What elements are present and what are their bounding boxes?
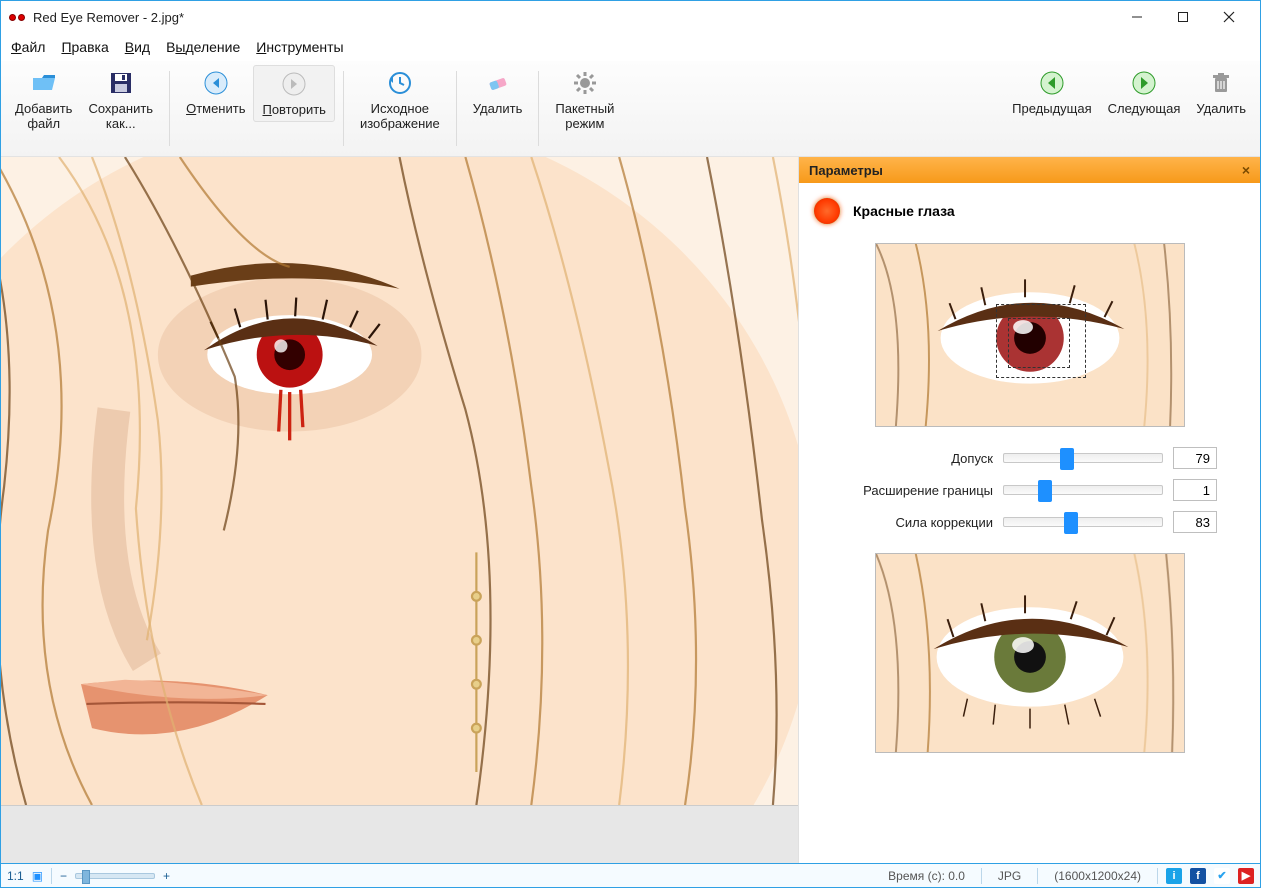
zoom-in-icon[interactable]: + xyxy=(163,869,170,883)
dims-label: (1600x1200x24) xyxy=(1046,869,1149,883)
tolerance-label: Допуск xyxy=(813,451,993,466)
toolbar: Добавить файл Сохранить как... Отменить … xyxy=(1,61,1260,157)
prev-label: Предыдущая xyxy=(1012,101,1092,116)
history-icon xyxy=(386,69,414,97)
folder-open-icon xyxy=(30,69,58,97)
save-as-label: Сохранить как... xyxy=(88,101,153,131)
canvas-area xyxy=(1,157,798,863)
zoom-slider[interactable] xyxy=(75,873,155,879)
facebook-icon[interactable]: f xyxy=(1190,868,1206,884)
panel-title: Параметры xyxy=(809,163,883,178)
time-label: Время (с): 0.0 xyxy=(880,869,973,883)
zoom-ratio[interactable]: 1:1 xyxy=(7,869,24,883)
expand-slider[interactable] xyxy=(1003,485,1163,495)
next-button[interactable]: Следующая xyxy=(1100,65,1189,120)
menu-tools[interactable]: Инструменты xyxy=(256,39,343,55)
statusbar: 1:1 ▣ − + Время (с): 0.0 JPG (1600x1200x… xyxy=(1,863,1260,887)
add-file-label: Добавить файл xyxy=(15,101,72,131)
redo-label: Повторить xyxy=(262,102,325,117)
batch-label: Пакетный режим xyxy=(555,101,614,131)
undo-label: Отменить xyxy=(186,101,245,116)
fit-icon[interactable]: ▣ xyxy=(32,869,43,883)
expand-label: Расширение границы xyxy=(813,483,993,498)
close-button[interactable] xyxy=(1206,2,1252,32)
zoom-out-icon[interactable]: − xyxy=(60,869,67,883)
strength-label: Сила коррекции xyxy=(813,515,993,530)
youtube-icon[interactable]: ▶ xyxy=(1238,868,1254,884)
titlebar: Red Eye Remover - 2.jpg* xyxy=(1,1,1260,33)
preview-after xyxy=(875,553,1185,753)
menu-file[interactable]: Файл xyxy=(11,39,45,55)
app-icon xyxy=(9,14,27,21)
twitter-icon[interactable]: ✔ xyxy=(1214,868,1230,884)
delete-button[interactable]: Удалить xyxy=(465,65,531,120)
remove-button[interactable]: Удалить xyxy=(1188,65,1254,120)
panel-close-icon[interactable]: × xyxy=(1242,162,1250,178)
strength-slider[interactable] xyxy=(1003,517,1163,527)
strength-value[interactable] xyxy=(1173,511,1217,533)
trash-icon xyxy=(1207,69,1235,97)
save-as-button[interactable]: Сохранить как... xyxy=(80,65,161,135)
batch-button[interactable]: Пакетный режим xyxy=(547,65,622,135)
arrow-right-icon xyxy=(280,70,308,98)
thumbnail-strip[interactable] xyxy=(1,805,798,863)
red-eyes-label: Красные глаза xyxy=(853,203,955,219)
next-icon xyxy=(1130,69,1158,97)
menu-select[interactable]: Выделение xyxy=(166,39,240,55)
maximize-button[interactable] xyxy=(1160,2,1206,32)
main-image[interactable] xyxy=(1,157,798,805)
red-eye-icon xyxy=(813,197,841,225)
selection-rect-inner[interactable] xyxy=(1008,318,1070,368)
preview-before[interactable] xyxy=(875,243,1185,427)
menu-view[interactable]: Вид xyxy=(125,39,150,55)
parameters-panel: Параметры × Красные глаза xyxy=(798,157,1260,863)
menu-edit[interactable]: Правка xyxy=(61,39,108,55)
delete-label: Удалить xyxy=(473,101,523,116)
arrow-left-icon xyxy=(202,69,230,97)
prev-button[interactable]: Предыдущая xyxy=(1004,65,1100,120)
minimize-button[interactable] xyxy=(1114,2,1160,32)
next-label: Следующая xyxy=(1108,101,1181,116)
prev-icon xyxy=(1038,69,1066,97)
expand-value[interactable] xyxy=(1173,479,1217,501)
tolerance-slider[interactable] xyxy=(1003,453,1163,463)
original-label: Исходное изображение xyxy=(360,101,440,131)
gear-icon xyxy=(571,69,599,97)
add-file-button[interactable]: Добавить файл xyxy=(7,65,80,135)
eraser-icon xyxy=(484,69,512,97)
info-icon[interactable]: i xyxy=(1166,868,1182,884)
menubar: Файл Правка Вид Выделение Инструменты xyxy=(1,33,1260,61)
panel-header: Параметры × xyxy=(799,157,1260,183)
tolerance-value[interactable] xyxy=(1173,447,1217,469)
remove-label: Удалить xyxy=(1196,101,1246,116)
floppy-icon xyxy=(107,69,135,97)
sliders-group: Допуск Расширение границы Сила коррекции xyxy=(813,441,1246,539)
redo-button[interactable]: Повторить xyxy=(253,65,334,122)
format-label: JPG xyxy=(990,869,1029,883)
undo-button[interactable]: Отменить xyxy=(178,65,253,120)
window-title: Red Eye Remover - 2.jpg* xyxy=(33,10,184,25)
original-button[interactable]: Исходное изображение xyxy=(352,65,448,135)
